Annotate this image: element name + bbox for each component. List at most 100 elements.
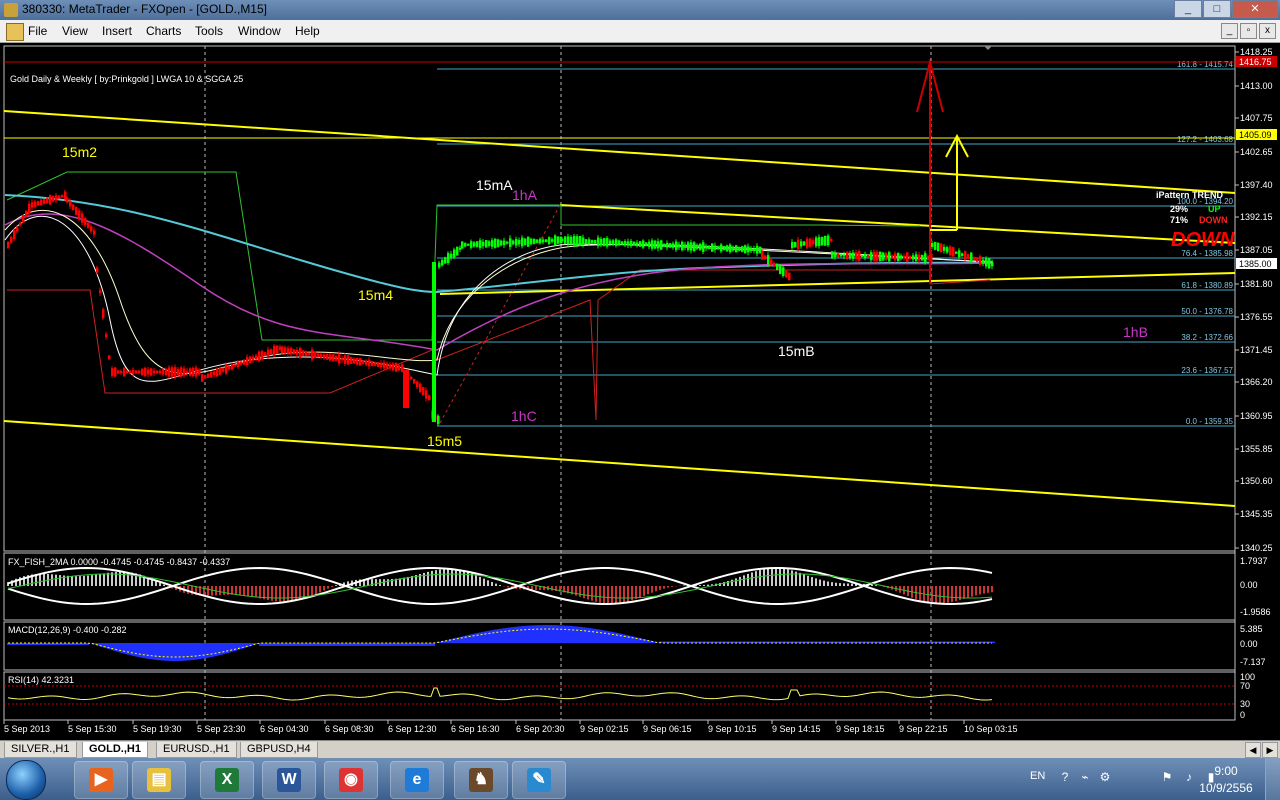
show-desktop-button[interactable]: [1265, 758, 1280, 800]
help-icon[interactable]: ?: [1058, 770, 1072, 784]
chart-close-button[interactable]: x: [1259, 23, 1276, 39]
candle-body: [915, 254, 918, 261]
tab-gold[interactable]: GOLD.,H1: [82, 742, 148, 758]
candle-body: [482, 241, 485, 247]
candle-body: [678, 244, 681, 248]
menu-view[interactable]: View: [62, 24, 88, 38]
chart-header: Gold Daily & Weekly [ by:Prinkgold ] LWG…: [10, 74, 243, 84]
trend-down-pct: 71%: [1170, 215, 1188, 225]
candle-body: [25, 210, 28, 217]
excel-icon: X: [215, 768, 239, 792]
time-tick-label: 9 Sep 22:15: [899, 724, 948, 734]
taskbar-chrome[interactable]: ◉: [324, 761, 378, 799]
candle-body: [497, 239, 500, 247]
action-center-icon[interactable]: ⚑: [1160, 770, 1174, 784]
chart-minimize-button[interactable]: _: [1221, 23, 1238, 39]
menu-tools[interactable]: Tools: [195, 24, 223, 38]
moving-average-magenta: [4, 213, 994, 351]
fish-label: FX_FISH_2MA 0.0000 -0.4745 -0.4745 -0.84…: [8, 557, 230, 567]
candle-body: [347, 355, 350, 365]
fib-level-label: 61.8 - 1380.89: [1181, 281, 1233, 290]
candle-body: [952, 247, 955, 257]
menu-insert[interactable]: Insert: [102, 24, 132, 38]
candle-body: [524, 238, 527, 246]
language-indicator[interactable]: EN: [1030, 770, 1045, 782]
candle-body: [687, 242, 690, 251]
menu-window[interactable]: Window: [238, 24, 281, 38]
candle-body: [438, 262, 441, 268]
candle-body: [383, 362, 386, 369]
rsi-tick-30: 30: [1240, 699, 1250, 709]
time-tick-label: 5 Sep 19:30: [133, 724, 182, 734]
candle-body: [165, 368, 168, 376]
candle-body: [198, 369, 201, 375]
candle-body: [864, 254, 867, 258]
tab-gbpusd[interactable]: GBPUSD,H4: [240, 742, 318, 758]
macd-label: MACD(12,26,9) -0.400 -0.282: [8, 625, 127, 635]
tab-scroll-left-icon[interactable]: ◀: [1245, 742, 1261, 758]
tab-scroll-right-icon[interactable]: ▶: [1262, 742, 1278, 758]
channel-lower-line[interactable]: [3, 420, 1236, 507]
taskbar-media-player[interactable]: ▶: [74, 761, 128, 799]
maximize-button[interactable]: □: [1203, 0, 1231, 18]
price-tick-label: 1355.85: [1240, 444, 1273, 454]
taskbar-metatrader[interactable]: ♞: [454, 761, 508, 799]
candle-body: [764, 255, 767, 260]
price-chart[interactable]: 161.8 - 1415.74127.2 - 1403.68100.0 - 13…: [0, 43, 1280, 740]
chart-restore-button[interactable]: ▫: [1240, 23, 1257, 39]
candle-body: [627, 241, 630, 246]
candle-body: [473, 242, 476, 247]
network-icon[interactable]: ⌁: [1078, 770, 1092, 784]
candle-body: [518, 239, 521, 245]
candle-body: [663, 244, 666, 247]
tab-eurusd[interactable]: EURUSD.,H1: [156, 742, 237, 758]
main-plot-frame: [3, 45, 1236, 552]
channel-upper-line[interactable]: [3, 110, 1236, 194]
taskbar-word[interactable]: W: [262, 761, 316, 799]
candle-body: [61, 194, 64, 198]
candle-body: [582, 237, 585, 245]
taskbar-internet-explorer[interactable]: e: [390, 761, 444, 799]
minimize-button[interactable]: _: [1174, 0, 1202, 18]
taskbar-excel[interactable]: X: [200, 761, 254, 799]
candle-body: [633, 241, 636, 246]
candle-body: [912, 255, 915, 260]
chart-shift-marker[interactable]: [984, 46, 992, 50]
candle-body: [940, 243, 943, 253]
paint-icon: ✎: [527, 768, 551, 792]
menu-help[interactable]: Help: [295, 24, 320, 38]
candle-body: [882, 252, 885, 261]
candle-body: [729, 244, 732, 253]
time-tick-label: 9 Sep 14:15: [772, 724, 821, 734]
fish-tick-top: 1.7937: [1240, 556, 1268, 566]
candle-body: [66, 197, 69, 203]
wave-label-1hB: 1hB: [1123, 324, 1148, 340]
candle-body: [108, 355, 111, 360]
candle-body: [162, 369, 165, 375]
candle-body: [867, 255, 870, 258]
candle-body: [735, 245, 738, 253]
taskbar-file-explorer[interactable]: ▤: [132, 761, 186, 799]
settings-icon[interactable]: ⚙: [1098, 770, 1112, 784]
price-tick-label: 1360.95: [1240, 411, 1273, 421]
chart-window-icon[interactable]: [6, 23, 24, 41]
candle-body: [84, 218, 87, 226]
candle-body: [353, 358, 356, 364]
menu-charts[interactable]: Charts: [146, 24, 181, 38]
channel-support-line[interactable]: [439, 272, 1236, 295]
chart-window[interactable]: 161.8 - 1415.74 127.2 - 1403.68 100.0 - 13…: [0, 43, 1280, 740]
candle-body: [600, 238, 603, 246]
start-button[interactable]: [6, 760, 46, 800]
taskbar-paint[interactable]: ✎: [512, 761, 566, 799]
wave-label-1hC: 1hC: [511, 408, 537, 424]
volume-icon[interactable]: ♪: [1182, 770, 1196, 784]
menu-file[interactable]: File: [28, 24, 47, 38]
system-clock[interactable]: 9:00 10/9/2556: [1196, 763, 1256, 797]
candle-body: [794, 241, 797, 248]
candle-body: [129, 370, 132, 374]
close-button[interactable]: ✕: [1232, 0, 1278, 18]
channel-mid-line[interactable]: [559, 204, 1236, 244]
tab-silver[interactable]: SILVER.,H1: [4, 742, 77, 758]
candle-body: [192, 367, 195, 377]
candle-body: [741, 246, 744, 252]
